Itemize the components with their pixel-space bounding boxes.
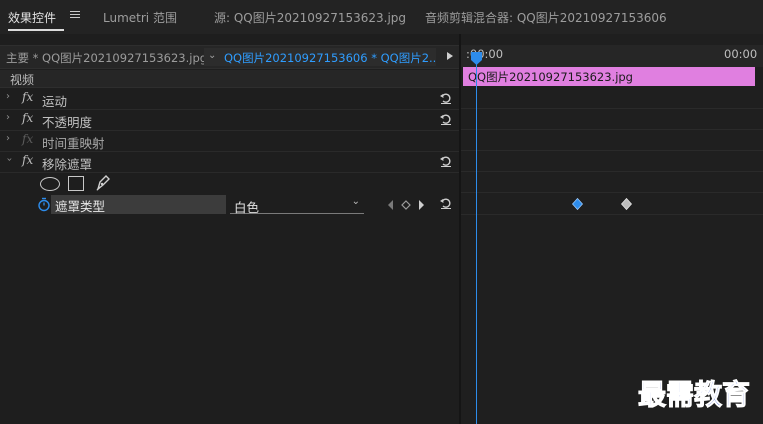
reset-icon[interactable] <box>440 92 452 104</box>
time-ruler[interactable]: :00:00 00:00 <box>461 45 763 67</box>
reset-icon[interactable] <box>440 155 452 167</box>
track-divider <box>461 150 763 151</box>
sequence-clip-dropdown[interactable]: ⌄ QQ图片20210927153606 * QQ图片2... <box>204 48 436 66</box>
effect-controls-panel: 主要 * QQ图片20210927153623.jpg ⌄ QQ图片202109… <box>0 34 459 424</box>
effect-row-remove-matte[interactable]: › fx 移除遮罩 <box>0 151 459 173</box>
mask-type-select[interactable]: 白色 ⌄ <box>230 196 364 215</box>
fx-badge-icon[interactable]: fx <box>22 111 33 125</box>
effect-label: 移除遮罩 <box>42 157 93 172</box>
effect-timeline: :00:00 00:00 QQ图片20210927153623.jpg <box>461 34 763 424</box>
track-divider <box>461 108 763 109</box>
section-label: 视频 <box>10 73 35 87</box>
effect-row-time-remapping[interactable]: › fx 时间重映射 <box>0 130 459 152</box>
track-divider <box>461 129 763 130</box>
master-clip-label[interactable]: 主要 * QQ图片20210927153623.jpg <box>6 50 207 66</box>
stopwatch-icon[interactable] <box>37 197 51 212</box>
tab-effect-controls[interactable]: 效果控件 <box>8 9 56 26</box>
fx-badge-icon[interactable]: fx <box>22 153 33 167</box>
keyframe-diamond-icon[interactable] <box>572 198 583 210</box>
track-divider <box>461 192 763 193</box>
timeline-clip[interactable]: QQ图片20210927153623.jpg <box>463 67 755 86</box>
track-divider <box>461 214 763 215</box>
tab-lumetri-scopes[interactable]: Lumetri 范围 <box>103 9 177 26</box>
watermark-logo: 最需教育 <box>637 378 751 412</box>
mask-tools <box>40 174 240 194</box>
mask-type-row: 遮罩类型 白色 ⌄ <box>0 195 459 216</box>
chevron-down-icon: ⌄ <box>208 50 217 61</box>
keyframe-diamond-icon[interactable] <box>621 198 632 210</box>
mask-type-label-box: 遮罩类型 <box>51 195 226 214</box>
prev-keyframe-icon[interactable] <box>388 200 393 210</box>
timecode-end: 00:00 <box>724 47 758 61</box>
rectangle-mask-icon[interactable] <box>68 176 84 191</box>
reset-icon[interactable] <box>440 197 452 209</box>
menu-icon[interactable] <box>70 9 80 21</box>
twirl-icon[interactable]: › <box>6 133 10 144</box>
active-tab-indicator <box>8 29 64 31</box>
show-timeline-arrow-icon[interactable] <box>447 52 453 60</box>
reset-icon[interactable] <box>440 113 452 125</box>
pen-mask-icon[interactable] <box>95 174 111 191</box>
effect-label: 运动 <box>42 94 68 109</box>
effect-row-motion[interactable]: › fx 运动 <box>0 88 459 110</box>
fx-badge-icon: fx <box>22 132 34 146</box>
playhead-line[interactable] <box>476 60 477 424</box>
effect-label: 不透明度 <box>42 115 93 130</box>
clip-name: QQ图片20210927153623.jpg <box>468 70 633 84</box>
tab-audio-clip-mixer[interactable]: 音频剪辑混合器: QQ图片20210927153606 <box>425 9 667 26</box>
fx-badge-icon[interactable]: fx <box>22 90 33 104</box>
track-divider <box>461 171 763 172</box>
source-bar: 主要 * QQ图片20210927153623.jpg ⌄ QQ图片202109… <box>0 45 459 69</box>
effect-row-opacity[interactable]: › fx 不透明度 <box>0 109 459 131</box>
twirl-icon[interactable]: › <box>6 112 10 123</box>
ellipse-mask-icon[interactable] <box>40 177 60 191</box>
chevron-down-icon: ⌄ <box>351 196 360 207</box>
playhead-icon[interactable] <box>471 52 482 65</box>
mask-type-label: 遮罩类型 <box>55 199 106 214</box>
mask-type-value: 白色 <box>234 200 260 215</box>
keyframe-navigator <box>388 200 424 210</box>
add-keyframe-icon[interactable] <box>401 200 411 210</box>
video-section-header: 视频 <box>0 70 459 88</box>
tab-source[interactable]: 源: QQ图片20210927153623.jpg <box>214 9 406 26</box>
panel-tab-bar: 效果控件 Lumetri 范围 源: QQ图片20210927153623.jp… <box>0 0 763 34</box>
next-keyframe-icon[interactable] <box>419 200 424 210</box>
effect-label: 时间重映射 <box>42 136 105 151</box>
twirl-icon[interactable]: › <box>4 158 15 162</box>
sequence-clip-label: QQ图片20210927153606 * QQ图片2... <box>224 51 436 65</box>
twirl-icon[interactable]: › <box>6 91 10 102</box>
